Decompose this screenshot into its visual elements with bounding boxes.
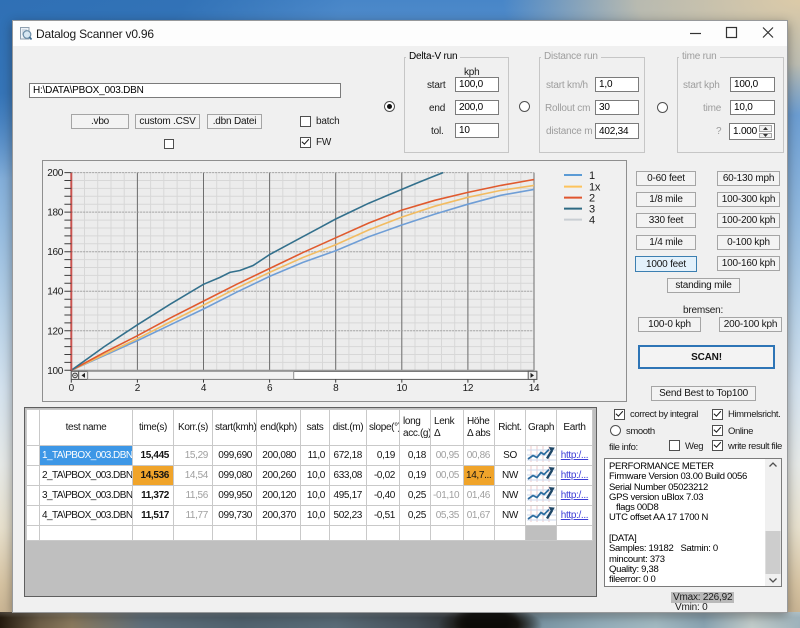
- svg-text:160: 160: [47, 247, 64, 258]
- svg-text:200: 200: [47, 168, 64, 179]
- svg-text:4: 4: [201, 383, 207, 394]
- svg-text:12: 12: [463, 383, 474, 394]
- svg-text:100: 100: [47, 366, 64, 377]
- svg-text:2: 2: [135, 383, 141, 394]
- svg-text:6: 6: [267, 383, 273, 394]
- svg-text:140: 140: [47, 287, 64, 298]
- svg-text:120: 120: [47, 326, 64, 337]
- svg-text:180: 180: [47, 208, 64, 219]
- svg-text:10: 10: [397, 383, 408, 394]
- svg-text:14: 14: [529, 383, 540, 394]
- svg-text:4: 4: [589, 215, 595, 227]
- svg-text:8: 8: [333, 383, 339, 394]
- svg-text:0: 0: [69, 383, 75, 394]
- svg-text:1: 1: [589, 170, 595, 182]
